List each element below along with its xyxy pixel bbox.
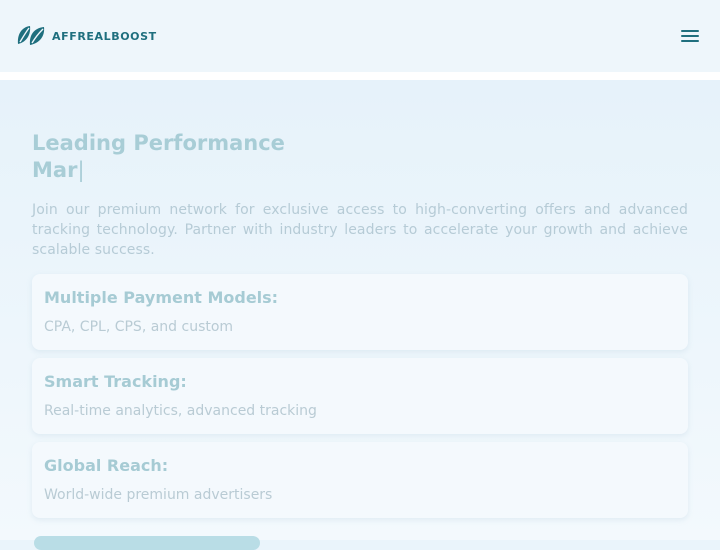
feature-list: Multiple Payment Models: CPA, CPL, CPS, … xyxy=(32,274,688,518)
logo-link[interactable]: AFFREALBOOST xyxy=(16,24,157,48)
feature-card-smart-tracking: Smart Tracking: Real-time analytics, adv… xyxy=(32,358,688,434)
header-divider xyxy=(0,72,720,80)
feature-card-payment-models: Multiple Payment Models: CPA, CPL, CPS, … xyxy=(32,274,688,350)
feature-description: Real-time analytics, advanced tracking xyxy=(44,403,317,419)
hero-intro-text: Join our premium network for exclusive a… xyxy=(32,202,688,258)
hero-headline: Leading Performance Mar| xyxy=(32,130,688,184)
feature-card-global-reach: Global Reach: World-wide premium adverti… xyxy=(32,442,688,518)
feature-title: Global Reach: xyxy=(44,456,169,475)
feature-title: Multiple Payment Models: xyxy=(44,288,279,307)
hamburger-menu-icon xyxy=(681,30,699,42)
cta-button[interactable] xyxy=(34,536,260,550)
hero-content: Leading Performance Mar| Join our premiu… xyxy=(32,130,688,518)
leaf-logo-icon xyxy=(17,26,45,45)
typed-word: Mar xyxy=(32,158,78,182)
menu-button[interactable] xyxy=(678,24,702,48)
headline-line-1: Leading Performance xyxy=(32,131,285,155)
headline-typed-text: Mar| xyxy=(32,157,688,184)
feature-title: Smart Tracking: xyxy=(44,372,187,391)
typing-cursor: | xyxy=(77,158,85,182)
site-header: AFFREALBOOST xyxy=(0,0,720,72)
logo-text: AFFREALBOOST xyxy=(52,29,157,43)
feature-description: CPA, CPL, CPS, and custom xyxy=(44,319,234,335)
feature-description: World-wide premium advertisers xyxy=(44,487,273,503)
hero-section: Leading Performance Mar| Join our premiu… xyxy=(0,80,720,540)
